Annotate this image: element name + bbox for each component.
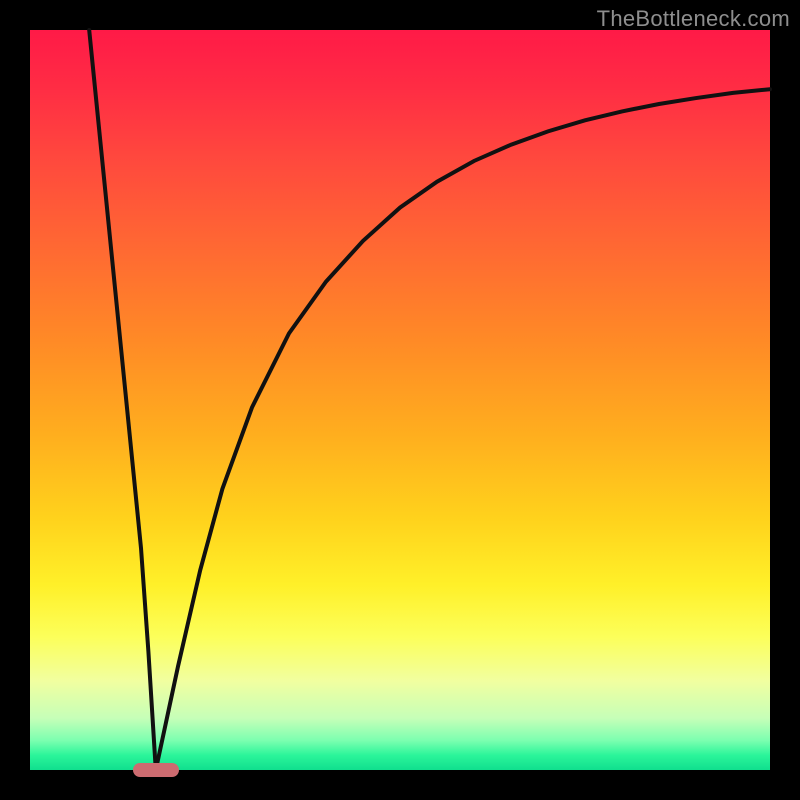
right-branch-line: [156, 89, 770, 770]
plot-area: [30, 30, 770, 770]
chart-frame: TheBottleneck.com: [0, 0, 800, 800]
curve-svg: [30, 30, 770, 770]
curve-group: [89, 30, 770, 770]
left-branch-line: [89, 30, 156, 770]
bottleneck-marker: [133, 763, 179, 777]
watermark-text: TheBottleneck.com: [597, 6, 790, 32]
